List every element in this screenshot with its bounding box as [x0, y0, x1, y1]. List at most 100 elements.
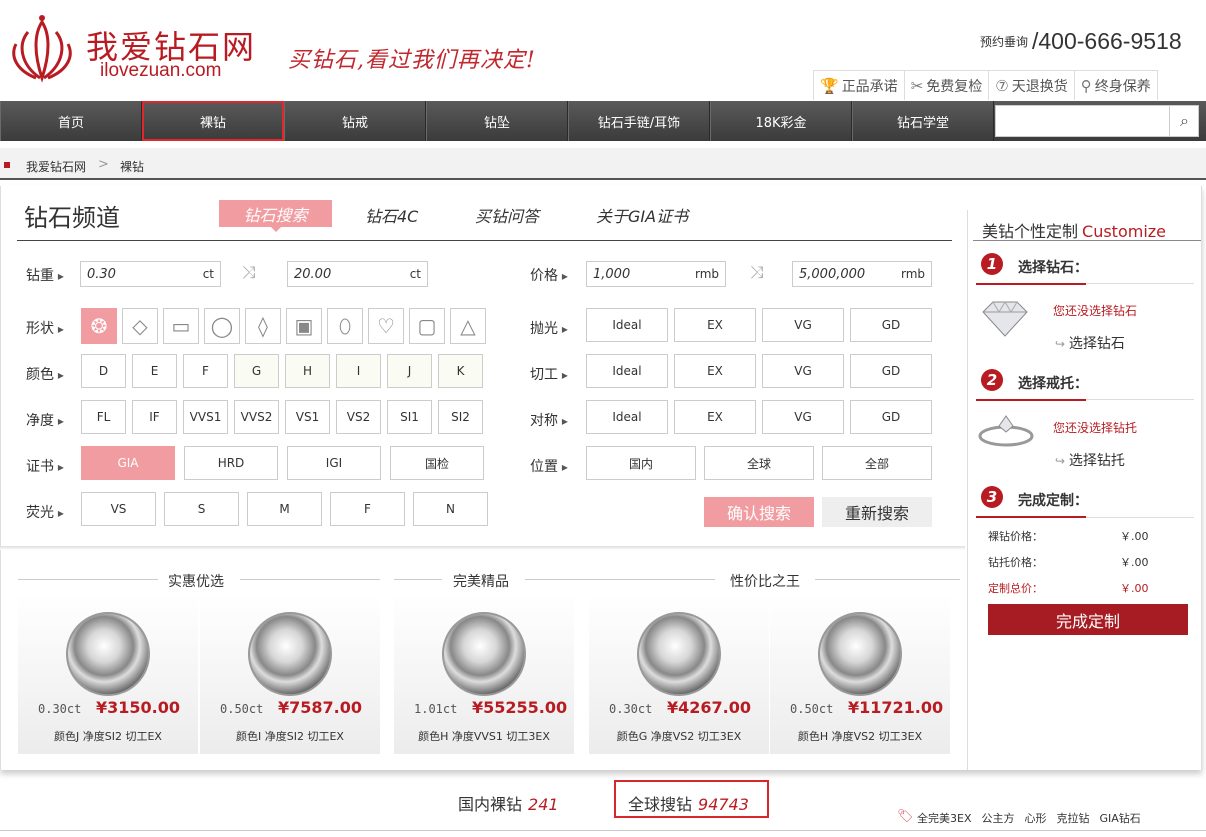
featured-diamond-card[interactable]: 0.30ct ¥3150.00 颜色J 净度SI2 切工EX — [18, 594, 198, 754]
color-option[interactable]: E — [132, 354, 177, 388]
symmetry-option[interactable]: Ideal — [586, 400, 668, 434]
cert-option[interactable]: GIA — [81, 446, 175, 480]
hot-tag[interactable]: 全完美3EX — [917, 810, 971, 826]
step-rule — [1086, 399, 1194, 400]
clarity-option[interactable]: SI2 — [438, 400, 483, 434]
shape-triangle-icon[interactable]: △ — [450, 308, 486, 344]
featured-diamond-card[interactable]: 0.30ct ¥4267.00 颜色G 净度VS2 切工3EX — [589, 594, 769, 754]
step-3-badge: 3 — [981, 486, 1003, 508]
cut-option[interactable]: EX — [674, 354, 756, 388]
color-option[interactable]: G — [234, 354, 279, 388]
finish-custom-button[interactable]: 完成定制 — [988, 604, 1188, 635]
domestic-stat[interactable]: 国内裸钻 241 — [458, 791, 559, 815]
clarity-option[interactable]: VS1 — [285, 400, 330, 434]
hot-tag[interactable]: 心形 — [1024, 810, 1046, 826]
color-option[interactable]: I — [336, 354, 381, 388]
select-diamond-link[interactable]: 选择钻石 — [1055, 333, 1125, 353]
fluor-option[interactable]: F — [330, 492, 405, 526]
cert-option[interactable]: HRD — [184, 446, 278, 480]
tab-diamond-4c[interactable]: 钻石4C — [365, 203, 418, 227]
shape-heart-icon[interactable]: ♡ — [368, 308, 404, 344]
color-option[interactable]: K — [438, 354, 483, 388]
price-from-input[interactable]: 1,000 rmb — [586, 261, 726, 287]
price-to-input[interactable]: 5,000,000 rmb — [792, 261, 932, 287]
shape-cushion-icon[interactable]: ▢ — [409, 308, 445, 344]
clarity-option[interactable]: VVS1 — [183, 400, 228, 434]
fluor-option[interactable]: S — [164, 492, 239, 526]
hot-tag[interactable]: 克拉钻 — [1056, 810, 1089, 826]
nav-item-0[interactable]: 首页 — [0, 101, 142, 141]
location-option[interactable]: 全部 — [822, 446, 932, 480]
logo-icon[interactable] — [6, 14, 78, 84]
fluor-option[interactable]: VS — [81, 492, 156, 526]
cut-option[interactable]: Ideal — [586, 354, 668, 388]
section-rule — [525, 579, 715, 580]
breadcrumb-current[interactable]: 裸钻 — [120, 158, 144, 175]
hot-tag[interactable]: GIA钻石 — [1099, 810, 1140, 826]
nav-item-6[interactable]: 钻石学堂 — [852, 101, 994, 141]
shape-emerald-icon[interactable]: ▭ — [163, 308, 199, 344]
color-option[interactable]: D — [81, 354, 126, 388]
tab-gia-cert[interactable]: 关于GIA证书 — [596, 203, 688, 227]
color-option[interactable]: J — [387, 354, 432, 388]
symmetry-option[interactable]: VG — [762, 400, 844, 434]
shape-marquise-icon[interactable]: ◊ — [245, 308, 281, 344]
polish-option[interactable]: GD — [850, 308, 932, 342]
nav-item-5[interactable]: 18K彩金 — [710, 101, 852, 141]
clarity-option[interactable]: VS2 — [336, 400, 381, 434]
cert-option[interactable]: IGI — [287, 446, 381, 480]
step-rule — [1086, 283, 1194, 284]
tab-diamond-search[interactable]: 钻石搜索 — [219, 200, 332, 227]
nav-item-2[interactable]: 钻戒 — [284, 101, 426, 141]
location-option[interactable]: 全球 — [704, 446, 814, 480]
clarity-option[interactable]: FL — [81, 400, 126, 434]
clarity-option[interactable]: SI1 — [387, 400, 432, 434]
weight-from-input[interactable]: 0.30 ct — [80, 261, 221, 287]
shape-princess-icon[interactable]: ◇ — [122, 308, 158, 344]
care-icon: ⚲ — [1080, 76, 1092, 95]
featured-diamond-card[interactable]: 0.50ct ¥11721.00 颜色H 净度VS2 切工3EX — [770, 594, 950, 754]
shape-round-icon[interactable]: ❂ — [81, 308, 117, 344]
cut-option[interactable]: VG — [762, 354, 844, 388]
channel-title: 钻石频道 — [24, 204, 120, 232]
custom-title: 美钻个性定制 Customize — [982, 222, 1166, 241]
clarity-options: FL IF VVS1 VVS2 VS1 VS2 SI1 SI2 — [81, 400, 483, 434]
clarity-option[interactable]: VVS2 — [234, 400, 279, 434]
global-stat[interactable]: 全球搜钻 94743 — [628, 791, 749, 815]
service-2[interactable]: ⑦ 天退换货 — [989, 71, 1075, 100]
service-0[interactable]: 🏆 正品承诺 — [814, 71, 905, 100]
service-3[interactable]: ⚲ 终身保养 — [1075, 71, 1158, 100]
fluor-option[interactable]: N — [413, 492, 488, 526]
search-icon[interactable]: ⌕ — [1169, 106, 1199, 136]
color-option[interactable]: H — [285, 354, 330, 388]
featured-diamond-card[interactable]: 0.50ct ¥7587.00 颜色I 净度SI2 切工EX — [200, 594, 380, 754]
shape-oval-icon[interactable]: ◯ — [204, 308, 240, 344]
clarity-option[interactable]: IF — [132, 400, 177, 434]
featured-diamond-card[interactable]: 1.01ct ¥55255.00 颜色H 净度VVS1 切工3EX — [394, 594, 574, 754]
cert-option[interactable]: 国检 — [390, 446, 484, 480]
nav-item-3[interactable]: 钻坠 — [426, 101, 568, 141]
cut-option[interactable]: GD — [850, 354, 932, 388]
select-setting-link[interactable]: 选择钻托 — [1055, 450, 1125, 470]
symmetry-option[interactable]: GD — [850, 400, 932, 434]
nav-item-1[interactable]: 裸钻 — [142, 101, 284, 141]
cut-label: 切工 — [530, 364, 568, 384]
brand-domain[interactable]: ilovezuan.com — [100, 60, 221, 82]
color-option[interactable]: F — [183, 354, 228, 388]
reset-search-button[interactable]: 重新搜索 — [822, 497, 932, 527]
hot-tag[interactable]: 公主方 — [981, 810, 1014, 826]
fluor-option[interactable]: M — [247, 492, 322, 526]
polish-option[interactable]: EX — [674, 308, 756, 342]
breadcrumb-home[interactable]: 我爱钻石网 — [26, 158, 86, 175]
symmetry-option[interactable]: EX — [674, 400, 756, 434]
nav-item-4[interactable]: 钻石手链/耳饰 — [568, 101, 710, 141]
tab-faq[interactable]: 买钻问答 — [475, 203, 539, 227]
shape-pear-icon[interactable]: ⬯ — [327, 308, 363, 344]
polish-option[interactable]: Ideal — [586, 308, 668, 342]
shape-radiant-icon[interactable]: ▣ — [286, 308, 322, 344]
service-1[interactable]: ✂ 免费复检 — [905, 71, 990, 100]
confirm-search-button[interactable]: 确认搜索 — [704, 497, 814, 527]
polish-option[interactable]: VG — [762, 308, 844, 342]
weight-to-input[interactable]: 20.00 ct — [287, 261, 428, 287]
location-option[interactable]: 国内 — [586, 446, 696, 480]
